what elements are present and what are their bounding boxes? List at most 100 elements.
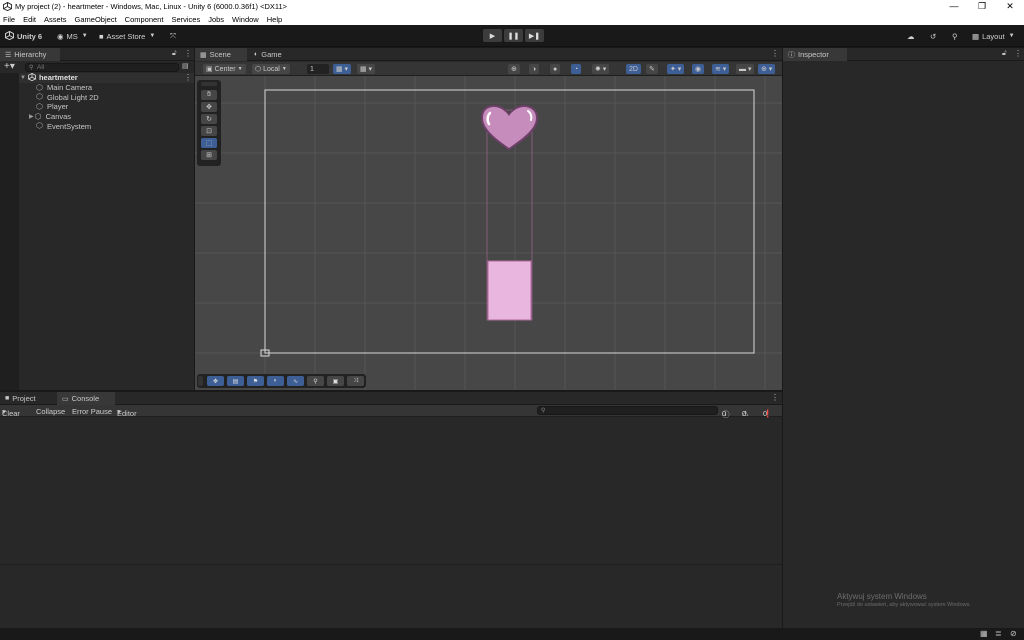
scene-root-item[interactable]: ▼ heartmeter	[20, 72, 78, 83]
orbit-icon[interactable]: ◐	[267, 376, 284, 386]
cloud-icon[interactable]: ☁	[907, 30, 915, 42]
menu-services[interactable]: Services	[171, 15, 200, 24]
error-pause-button[interactable]: Error Pause	[72, 407, 112, 416]
transform-tool-icon[interactable]: ⊞	[201, 150, 217, 160]
more-icon[interactable]: ⋮	[771, 393, 779, 402]
shuffle-icon[interactable]: ⤨	[347, 376, 364, 386]
minimize-icon[interactable]: —	[940, 0, 968, 13]
hierarchy-item-main-camera[interactable]: ⬡ Main Camera	[36, 83, 92, 93]
pivot-dropdown[interactable]: ▣ Center ▼	[203, 64, 246, 74]
hierarchy-panel: ☰ Hierarchy 🔓︎ ⋮ +▾ ⚲ All ▤ ▼ heartmeter…	[0, 48, 194, 390]
scale-tool-icon[interactable]: ⊡	[201, 126, 217, 136]
lock-icon[interactable]: 🔓︎	[1002, 50, 1007, 58]
menu-file[interactable]: File	[3, 15, 15, 24]
move-tool-icon[interactable]: ✥	[201, 102, 217, 112]
menu-gameobject[interactable]: GameObject	[75, 15, 117, 24]
layout-button[interactable]: ▦ Layout ▼	[972, 30, 1015, 42]
pause-button[interactable]: ❚❚	[504, 29, 523, 42]
rect-tool-icon[interactable]: ⬚	[201, 138, 217, 148]
asset-store-button[interactable]: ■ Asset Store ▼	[99, 30, 155, 42]
layout-label: Layout	[982, 31, 1005, 41]
layers-icon[interactable]: ≋ ▾	[712, 64, 730, 74]
overlay-handle[interactable]	[198, 376, 203, 386]
hierarchy-item-canvas[interactable]: ▶ ⬡ Canvas	[29, 112, 71, 122]
console-detail-area[interactable]	[0, 565, 782, 628]
shading-mode-icon[interactable]: ◑	[529, 64, 540, 74]
move-icon[interactable]: ✥	[207, 376, 224, 386]
close-icon[interactable]: ✕	[996, 0, 1024, 13]
more-icon[interactable]: ⋮	[1014, 49, 1022, 58]
scene-root-label: heartmeter	[38, 73, 78, 83]
gamepad-icon: ◐	[254, 51, 259, 58]
lighting-icon[interactable]: ◔	[571, 64, 582, 74]
maximize-icon[interactable]: ❐	[968, 0, 996, 13]
audio-icon[interactable]: ✎	[646, 64, 658, 74]
menu-window[interactable]: Window	[232, 15, 259, 24]
debug-mode-icon[interactable]: ✹ ▾	[592, 64, 610, 74]
hand-tool-icon[interactable]: ✋︎	[201, 90, 217, 100]
cube-icon: ⬡	[255, 66, 262, 73]
hierarchy-item-player[interactable]: ⬡ Player	[36, 102, 68, 112]
hierarchy-item-eventsystem[interactable]: ⬡ EventSystem	[36, 121, 91, 131]
scene-viewport[interactable]	[195, 76, 782, 390]
console-search-input[interactable]: ⚲	[537, 406, 718, 415]
tab-hierarchy[interactable]: ☰ Hierarchy	[0, 48, 60, 61]
version-control-icon[interactable]: ⤧	[170, 30, 176, 42]
more-icon[interactable]: ⋮	[771, 49, 779, 58]
tab-game[interactable]: ◐ Game	[249, 48, 287, 61]
magnify-icon[interactable]: ⚲	[307, 376, 324, 386]
gizmos-icon[interactable]: ⊕ ▾	[758, 64, 776, 74]
space-label: Local	[263, 65, 280, 73]
hierarchy-item-global-light[interactable]: ⬡ Global Light 2D	[36, 93, 99, 103]
sphere-icon[interactable]: ●	[550, 64, 561, 74]
tab-inspector[interactable]: ⓘ Inspector	[783, 48, 847, 61]
mode-2d-button[interactable]: 2D	[626, 64, 641, 74]
editor-dropdown[interactable]: Editor ▾	[117, 407, 137, 418]
watermark-line2: Przejdź do ustawień, aby aktywować syste…	[837, 602, 971, 608]
gizmo-orientation-icon[interactable]: ⊕	[508, 64, 520, 74]
add-button[interactable]: +▾	[4, 61, 15, 72]
menu-component[interactable]: Component	[125, 15, 164, 24]
search-filter-icon[interactable]: ▤	[182, 62, 189, 70]
account-icon: ◉	[57, 31, 64, 41]
play-button[interactable]: ▶	[483, 29, 502, 42]
progress-icon[interactable]: ▦	[980, 629, 988, 638]
more-icon[interactable]: ⋮	[184, 73, 192, 82]
menu-help[interactable]: Help	[267, 15, 282, 24]
camera-icon[interactable]: ▬ ▾	[736, 64, 755, 74]
palette-handle[interactable]	[201, 82, 217, 86]
tilemap-icon[interactable]: ▤	[227, 376, 244, 386]
collapse-button[interactable]: Collapse	[36, 407, 65, 416]
menu-jobs[interactable]: Jobs	[208, 15, 224, 24]
inspector-panel: ⓘ Inspector 🔓︎ ⋮	[783, 48, 1024, 628]
more-icon[interactable]: ⋮	[184, 49, 192, 58]
tab-scene[interactable]: ▦ Scene	[195, 48, 247, 61]
clear-button[interactable]: Clear ▾	[2, 407, 20, 418]
snap-settings-button[interactable]: ▦ ▾	[357, 64, 376, 74]
account-button[interactable]: ◉ MS ▼	[57, 30, 88, 42]
effects-icon[interactable]: ✦ ▾	[667, 64, 685, 74]
unity-logo-icon	[5, 30, 14, 42]
visibility-icon[interactable]: ◉	[692, 64, 705, 74]
path-icon[interactable]: ∿	[287, 376, 304, 386]
console-log-area[interactable]	[0, 418, 782, 564]
menu-assets[interactable]: Assets	[44, 15, 67, 24]
menu-edit[interactable]: Edit	[23, 15, 36, 24]
rotate-tool-icon[interactable]: ↻	[201, 114, 217, 124]
screen-icon[interactable]: ▣	[327, 376, 344, 386]
unity-button[interactable]: Unity 6	[5, 30, 42, 42]
step-button[interactable]: ▶❚	[525, 29, 544, 42]
check-icon[interactable]: ⊘	[1010, 629, 1017, 638]
tab-console[interactable]: ▭ Console	[57, 392, 115, 405]
tab-project[interactable]: ■ Project	[0, 392, 55, 405]
search-input[interactable]: ⚲ All	[25, 63, 179, 72]
layout-icon: ▦	[972, 31, 980, 41]
history-icon[interactable]: ↺	[930, 30, 936, 42]
flag-icon[interactable]: ⚑	[247, 376, 264, 386]
lock-icon[interactable]: 🔓︎	[172, 50, 177, 58]
space-dropdown[interactable]: ⬡ Local ▼	[252, 64, 290, 74]
search-icon[interactable]: ⚲	[952, 30, 958, 42]
memory-icon[interactable]: ≣	[995, 629, 1002, 638]
grid-visibility-button[interactable]: ▦ ▾	[333, 64, 352, 74]
grid-snap-input[interactable]: 1	[307, 64, 329, 74]
